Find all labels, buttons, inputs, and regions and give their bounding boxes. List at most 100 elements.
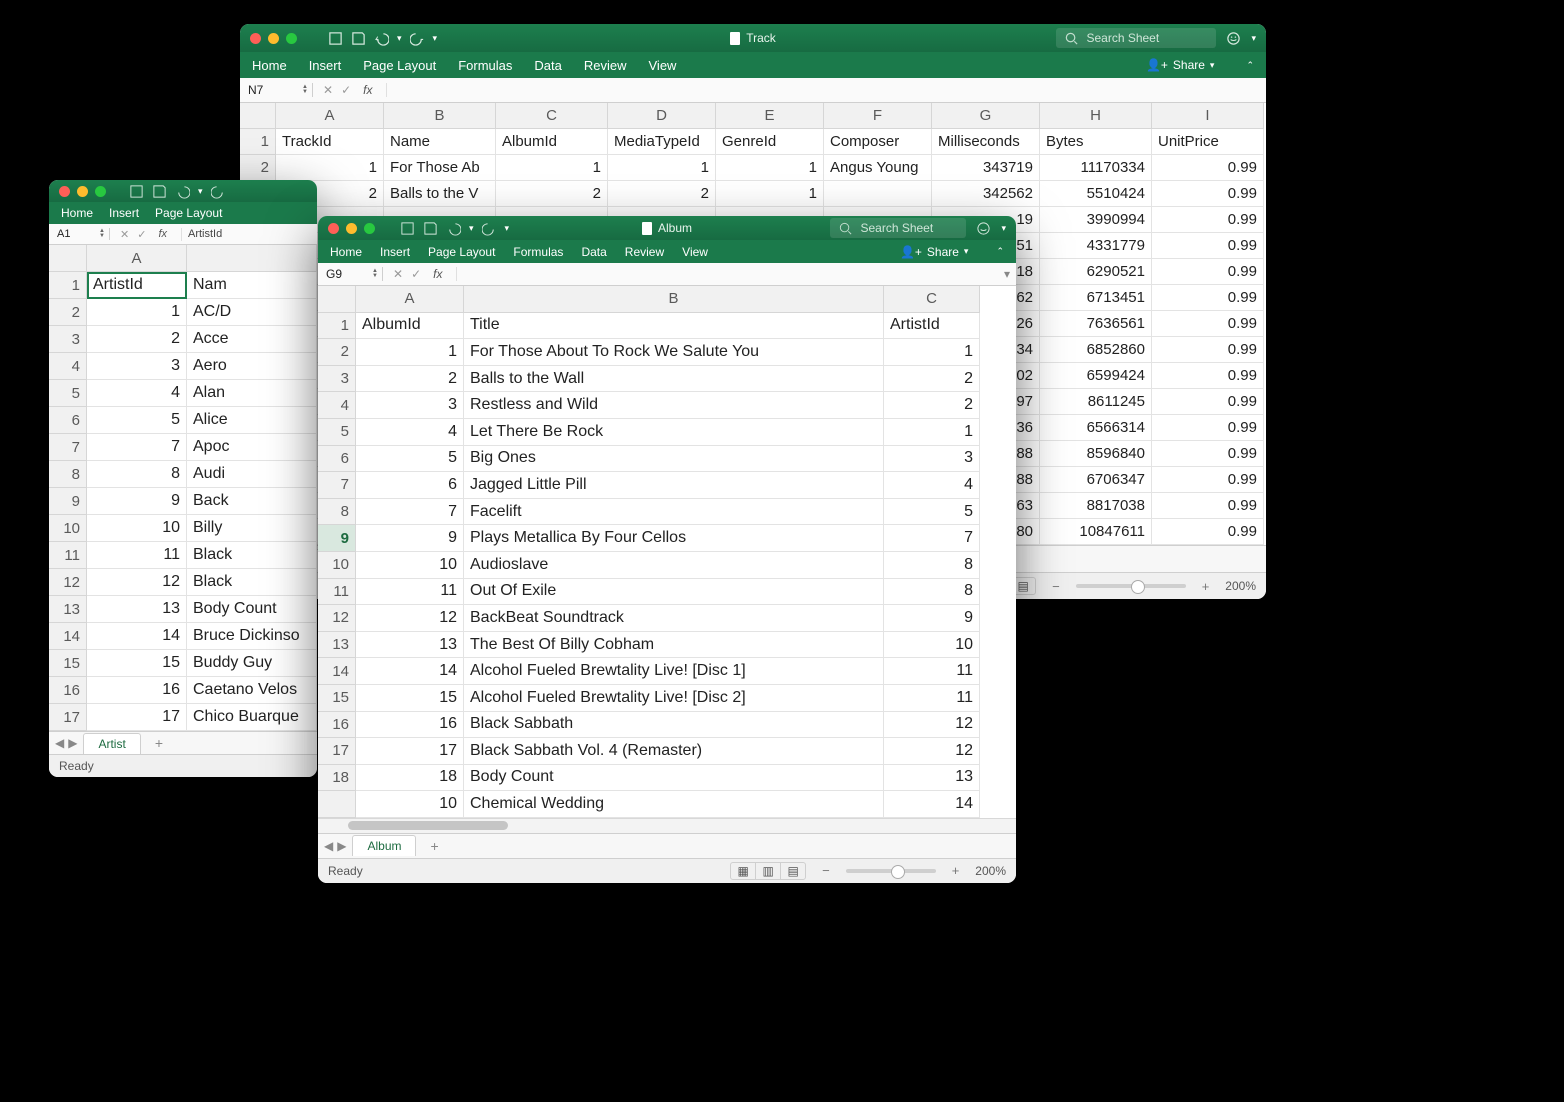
cell[interactable]: Restless and Wild: [464, 392, 884, 419]
search-box[interactable]: [830, 218, 966, 238]
row-header[interactable]: 2: [318, 339, 356, 366]
search-input[interactable]: [858, 220, 952, 236]
cell[interactable]: 8611245: [1040, 389, 1152, 415]
formula-bar[interactable]: N7▲▼ ✕✓fx: [240, 78, 1266, 103]
minimize-icon[interactable]: [268, 33, 279, 44]
cell[interactable]: 11: [884, 658, 980, 685]
cell[interactable]: 1: [884, 419, 980, 446]
row-header[interactable]: [318, 791, 356, 818]
cell[interactable]: 8: [884, 579, 980, 606]
cell[interactable]: 1: [276, 155, 384, 181]
row-header[interactable]: 14: [318, 658, 356, 685]
ribbon-tab-page-layout[interactable]: Page Layout: [155, 206, 222, 220]
cell[interactable]: 0.99: [1152, 233, 1264, 259]
cell[interactable]: 6852860: [1040, 337, 1152, 363]
row-header[interactable]: 18: [318, 765, 356, 792]
accept-icon[interactable]: ✓: [341, 83, 351, 97]
cell[interactable]: 0.99: [1152, 155, 1264, 181]
col-header[interactable]: I: [1152, 103, 1264, 129]
cell[interactable]: 12: [87, 569, 187, 596]
cell[interactable]: Nam: [187, 272, 317, 299]
cell[interactable]: 0.99: [1152, 285, 1264, 311]
cell[interactable]: BackBeat Soundtrack: [464, 605, 884, 632]
cell[interactable]: 0.99: [1152, 519, 1264, 545]
cell[interactable]: 1: [716, 155, 824, 181]
cell[interactable]: 17: [87, 704, 187, 731]
row-header[interactable]: 5: [49, 380, 87, 407]
col-header[interactable]: F: [824, 103, 932, 129]
cell[interactable]: 17: [356, 738, 464, 765]
row-header[interactable]: 8: [49, 461, 87, 488]
undo-dropdown-icon[interactable]: ▾: [198, 186, 203, 197]
redo-icon[interactable]: [482, 221, 497, 236]
search-input[interactable]: [1084, 30, 1208, 46]
cell[interactable]: 7: [356, 499, 464, 526]
cell[interactable]: 4: [884, 472, 980, 499]
cell[interactable]: 7636561: [1040, 311, 1152, 337]
cell[interactable]: Let There Be Rock: [464, 419, 884, 446]
name-box[interactable]: N7▲▼: [240, 83, 313, 97]
ribbon-tabs[interactable]: HomeInsertPage LayoutFormulasDataReviewV…: [240, 52, 1266, 78]
ribbon-tab-data[interactable]: Data: [534, 58, 561, 73]
cell[interactable]: 14: [356, 658, 464, 685]
cell[interactable]: Chemical Wedding: [464, 791, 884, 818]
cell[interactable]: 6713451: [1040, 285, 1152, 311]
view-layout-icon[interactable]: ▥: [756, 863, 781, 879]
qat-more-icon[interactable]: ▾: [505, 223, 510, 234]
undo-icon[interactable]: [175, 184, 190, 199]
row-header[interactable]: 11: [318, 579, 356, 606]
cell[interactable]: Alan: [187, 380, 317, 407]
row-header[interactable]: 7: [49, 434, 87, 461]
ribbon-tab-home[interactable]: Home: [330, 245, 362, 259]
header-cell[interactable]: TrackId: [276, 129, 384, 155]
row-header[interactable]: 10: [318, 552, 356, 579]
sheet-next-icon[interactable]: ▶: [68, 736, 77, 750]
zoom-icon[interactable]: [364, 223, 375, 234]
col-header[interactable]: H: [1040, 103, 1152, 129]
row-header[interactable]: 9: [318, 525, 356, 552]
cell[interactable]: 12: [884, 712, 980, 739]
smile-dropdown-icon[interactable]: ▾: [1251, 33, 1256, 44]
view-buttons[interactable]: ▦▥▤: [730, 862, 806, 880]
undo-icon[interactable]: [374, 31, 389, 46]
ribbon-tab-home[interactable]: Home: [61, 206, 93, 220]
row-header[interactable]: 8: [318, 499, 356, 526]
name-box[interactable]: G9▲▼: [318, 267, 383, 281]
cell[interactable]: Jagged Little Pill: [464, 472, 884, 499]
cell[interactable]: 2: [87, 326, 187, 353]
row-header[interactable]: 4: [318, 392, 356, 419]
traffic-lights[interactable]: [250, 33, 297, 44]
row-header[interactable]: 2: [49, 299, 87, 326]
ribbon-tabs[interactable]: HomeInsertPage LayoutFormulasDataReviewV…: [318, 240, 1016, 263]
cell[interactable]: Audi: [187, 461, 317, 488]
cell[interactable]: Body Count: [464, 765, 884, 792]
qat-more-icon[interactable]: ▾: [433, 33, 438, 44]
redo-icon[interactable]: [410, 31, 425, 46]
cell[interactable]: 18: [356, 765, 464, 792]
ribbon-tabs[interactable]: HomeInsertPage Layout: [49, 202, 317, 224]
cell[interactable]: Black: [187, 542, 317, 569]
formula-bar[interactable]: G9▲▼ ✕✓fx ▾: [318, 263, 1016, 286]
header-cell[interactable]: Composer: [824, 129, 932, 155]
row-header[interactable]: 3: [49, 326, 87, 353]
cell[interactable]: 8596840: [1040, 441, 1152, 467]
view-normal-icon[interactable]: ▦: [731, 863, 756, 879]
ribbon-tab-home[interactable]: Home: [252, 58, 287, 73]
cell[interactable]: Caetano Velos: [187, 677, 317, 704]
header-cell[interactable]: Name: [384, 129, 496, 155]
row-header[interactable]: 12: [318, 605, 356, 632]
row-header[interactable]: 2: [240, 155, 276, 181]
fx-controls[interactable]: ✕✓fx: [110, 228, 182, 241]
cell[interactable]: 11: [87, 542, 187, 569]
row-header[interactable]: 17: [49, 704, 87, 731]
select-all-corner[interactable]: [318, 286, 356, 313]
sheet-next-icon[interactable]: ▶: [337, 839, 346, 853]
cell[interactable]: 6599424: [1040, 363, 1152, 389]
formula-input[interactable]: ArtistId: [182, 228, 317, 240]
row-header[interactable]: 3: [318, 366, 356, 393]
select-all-corner[interactable]: [49, 245, 87, 272]
cell[interactable]: For Those About To Rock We Salute You: [464, 339, 884, 366]
row-header[interactable]: 1: [49, 272, 87, 299]
sheet-tab-bar[interactable]: ◀▶ Album +: [318, 833, 1016, 858]
cell[interactable]: 6: [356, 472, 464, 499]
